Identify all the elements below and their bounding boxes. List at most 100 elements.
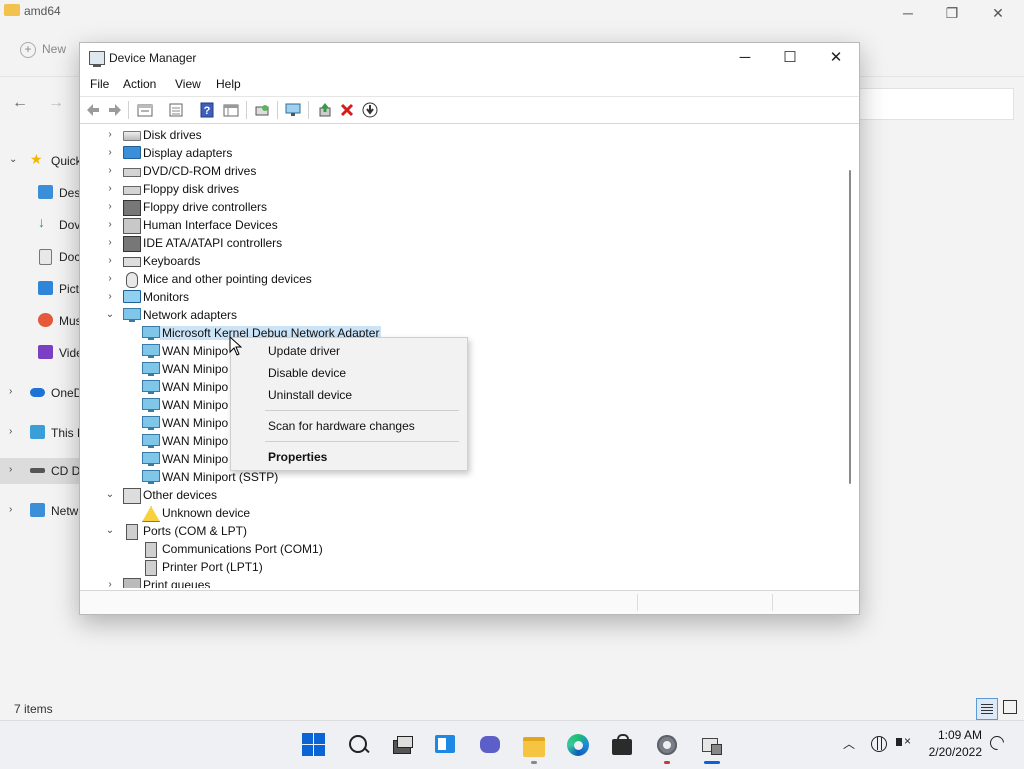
explorer-close-button[interactable]: ✕ xyxy=(988,4,1008,22)
task-view-icon[interactable] xyxy=(390,733,414,757)
close-button[interactable]: ✕ xyxy=(816,47,856,69)
chat-icon[interactable] xyxy=(478,733,502,757)
chevron-right-icon[interactable]: › xyxy=(9,426,12,437)
sidebar-label: Dov xyxy=(59,218,81,232)
chevron-right-icon[interactable]: › xyxy=(105,200,115,214)
chevron-right-icon[interactable]: › xyxy=(9,386,12,397)
chevron-right-icon[interactable]: › xyxy=(105,578,115,588)
device-manager-window: Device Manager ─ ☐ ✕ File Action View He… xyxy=(79,42,860,615)
update-driver-icon[interactable] xyxy=(317,102,333,118)
chevron-up-icon[interactable]: ︿ xyxy=(843,735,855,752)
search-icon[interactable] xyxy=(347,733,371,757)
chevron-right-icon[interactable]: › xyxy=(105,164,115,178)
sidebar-item-cd-drive[interactable]: › CD D xyxy=(0,458,80,484)
menu-item-uninstall-device[interactable]: Uninstall device xyxy=(268,388,352,402)
chevron-right-icon[interactable]: › xyxy=(105,254,115,268)
folder-icon xyxy=(4,4,20,16)
download-icon: ↓ xyxy=(38,214,45,230)
sidebar-item-documents[interactable]: Doc xyxy=(0,244,80,270)
menu-bar: File Action View Help xyxy=(80,73,859,95)
sidebar-item-network[interactable]: › Netw xyxy=(0,498,80,524)
store-icon[interactable] xyxy=(610,733,634,757)
chevron-right-icon[interactable]: › xyxy=(9,464,12,475)
speaker-muted-icon[interactable] xyxy=(896,734,911,748)
sidebar-item-videos[interactable]: Vide xyxy=(0,340,83,366)
tree-node-label: WAN Minipo xyxy=(162,416,229,430)
menu-item-properties[interactable]: Properties xyxy=(268,450,327,464)
file-explorer-icon[interactable] xyxy=(522,733,546,757)
resources-icon[interactable] xyxy=(223,102,239,118)
settings-icon[interactable] xyxy=(655,733,679,757)
sidebar-item-music[interactable]: Mus xyxy=(0,308,82,334)
minimize-button[interactable]: ─ xyxy=(725,47,765,69)
chevron-down-icon[interactable]: ⌄ xyxy=(9,154,17,165)
sidebar-item-downloads[interactable]: ↓ Dov xyxy=(0,212,80,238)
details-view-button[interactable] xyxy=(976,698,998,720)
globe-icon[interactable] xyxy=(871,736,887,752)
new-button[interactable]: + New xyxy=(20,42,66,58)
chevron-right-icon[interactable]: › xyxy=(105,236,115,250)
mouse-pointer-icon xyxy=(229,336,242,356)
sidebar-item-quick-access[interactable]: ⌄ ★ Quick xyxy=(0,148,82,174)
sidebar-item-pictures[interactable]: Pict xyxy=(0,276,80,302)
vertical-scrollbar[interactable] xyxy=(844,126,858,588)
back-icon[interactable] xyxy=(85,102,101,118)
edge-icon[interactable] xyxy=(566,733,590,757)
explorer-restore-button[interactable]: ❐ xyxy=(942,4,962,22)
clock-date[interactable]: 2/20/2022 xyxy=(918,745,982,759)
start-icon[interactable] xyxy=(302,733,326,757)
tiles-view-button[interactable] xyxy=(1003,700,1017,714)
chevron-right-icon[interactable]: › xyxy=(105,146,115,160)
menu-action[interactable]: Action xyxy=(123,77,156,91)
chevron-right-icon[interactable]: › xyxy=(105,272,115,286)
sidebar-item-desktop[interactable]: Des xyxy=(0,180,80,206)
tree-node-label: WAN Minipo xyxy=(162,434,229,448)
toolbar-separator xyxy=(308,101,309,119)
maximize-button[interactable]: ☐ xyxy=(770,47,810,69)
monitor-icon xyxy=(123,146,141,159)
menu-item-disable-device[interactable]: Disable device xyxy=(268,366,346,380)
back-arrow-icon[interactable]: ← xyxy=(12,94,28,112)
menu-view[interactable]: View xyxy=(175,77,201,91)
status-divider xyxy=(637,594,638,611)
forward-arrow-icon[interactable]: → xyxy=(48,94,64,112)
chevron-right-icon[interactable]: › xyxy=(9,504,12,515)
menu-item-update-driver[interactable]: Update driver xyxy=(268,344,340,358)
widgets-icon[interactable] xyxy=(434,733,458,757)
tree-node-label: WAN Minipo xyxy=(162,398,229,412)
chevron-right-icon[interactable]: › xyxy=(105,290,115,304)
menu-file[interactable]: File xyxy=(90,77,109,91)
tree-node-label: Disk drives xyxy=(143,128,202,142)
help-icon[interactable]: ? xyxy=(199,102,215,118)
scrollbar-thumb[interactable] xyxy=(849,170,851,484)
sidebar-item-this-pc[interactable]: › This F xyxy=(0,420,84,446)
chevron-down-icon[interactable]: ⌄ xyxy=(105,524,115,538)
monitor-icon xyxy=(123,290,141,303)
download-icon[interactable] xyxy=(362,102,378,118)
floppy-icon xyxy=(123,186,141,195)
scan-icon[interactable] xyxy=(254,102,270,118)
uninstall-icon[interactable] xyxy=(339,102,355,118)
device-manager-icon[interactable] xyxy=(699,733,723,757)
properties-view-icon[interactable] xyxy=(137,102,153,118)
list-view-icon[interactable] xyxy=(168,102,184,118)
music-icon xyxy=(38,313,53,327)
chevron-right-icon[interactable]: › xyxy=(105,218,115,232)
sidebar-label: Netw xyxy=(51,504,79,518)
clock-time[interactable]: 1:09 AM xyxy=(930,728,982,742)
explorer-minimize-button[interactable]: ─ xyxy=(898,4,918,22)
forward-icon[interactable] xyxy=(107,102,123,118)
pc-icon xyxy=(30,425,45,439)
chevron-down-icon[interactable]: ⌄ xyxy=(105,488,115,502)
explorer-titlebar: amd64 ─ ❐ ✕ xyxy=(0,0,1024,30)
chevron-right-icon[interactable]: › xyxy=(105,128,115,142)
sidebar-item-onedrive[interactable]: › OneD xyxy=(0,380,82,406)
monitor-icon[interactable] xyxy=(285,102,301,118)
address-bar[interactable] xyxy=(858,88,1014,120)
status-items-count: 7 items xyxy=(14,702,53,716)
menu-item-scan-hardware[interactable]: Scan for hardware changes xyxy=(268,419,415,433)
menu-help[interactable]: Help xyxy=(216,77,241,91)
chevron-right-icon[interactable]: › xyxy=(105,182,115,196)
star-icon: ★ xyxy=(30,151,43,167)
chevron-down-icon[interactable]: ⌄ xyxy=(105,308,115,322)
